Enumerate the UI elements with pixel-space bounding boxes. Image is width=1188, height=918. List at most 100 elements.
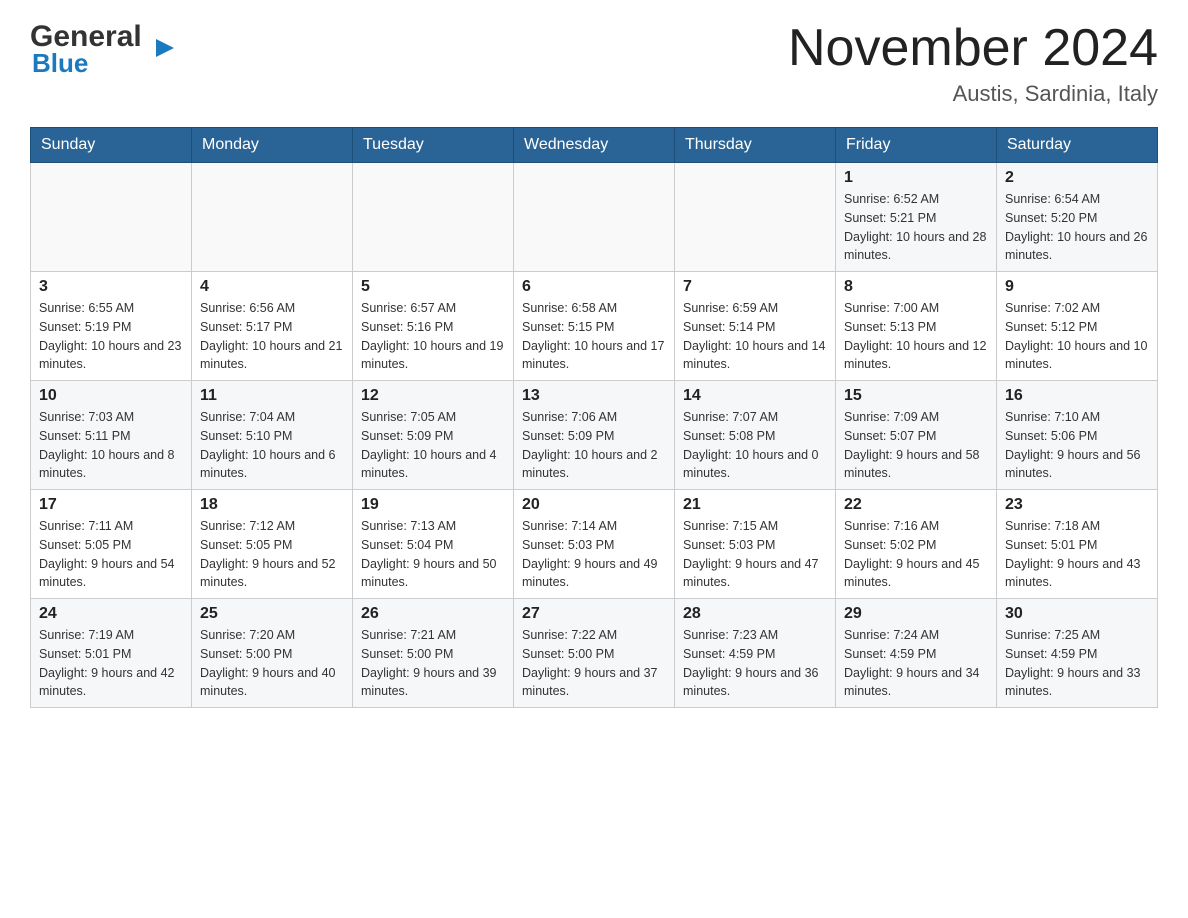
day-info: Sunrise: 7:11 AMSunset: 5:05 PMDaylight:…: [39, 517, 183, 592]
title-area: November 2024 Austis, Sardinia, Italy: [788, 20, 1158, 107]
day-info: Sunrise: 7:12 AMSunset: 5:05 PMDaylight:…: [200, 517, 344, 592]
day-number: 29: [844, 605, 988, 623]
table-row: 16 Sunrise: 7:10 AMSunset: 5:06 PMDayligh…: [997, 381, 1158, 490]
table-row: 24 Sunrise: 7:19 AMSunset: 5:01 PMDayligh…: [31, 599, 192, 708]
day-info: Sunrise: 7:07 AMSunset: 5:08 PMDaylight:…: [683, 408, 827, 483]
day-info: Sunrise: 6:52 AMSunset: 5:21 PMDaylight:…: [844, 190, 988, 265]
table-row: 1 Sunrise: 6:52 AMSunset: 5:21 PMDaylight…: [836, 163, 997, 272]
day-number: 27: [522, 605, 666, 623]
day-number: 18: [200, 496, 344, 514]
logo-arrow-icon: [154, 37, 176, 59]
table-row: 23 Sunrise: 7:18 AMSunset: 5:01 PMDayligh…: [997, 490, 1158, 599]
calendar-header-row: Sunday Monday Tuesday Wednesday Thursday…: [31, 128, 1158, 163]
day-number: 1: [844, 169, 988, 187]
table-row: 27Sunrise: 7:22 AMSunset: 5:00 PMDayligh…: [514, 599, 675, 708]
calendar-week-row: 10 Sunrise: 7:03 AMSunset: 5:11 PMDayligh…: [31, 381, 1158, 490]
day-info: Sunrise: 7:18 AMSunset: 5:01 PMDaylight:…: [1005, 517, 1149, 592]
day-info: Sunrise: 6:57 AMSunset: 5:16 PMDaylight:…: [361, 299, 505, 374]
day-number: 16: [1005, 387, 1149, 405]
table-row: 19 Sunrise: 7:13 AMSunset: 5:04 PMDayligh…: [353, 490, 514, 599]
day-info: Sunrise: 7:06 AMSunset: 5:09 PMDaylight:…: [522, 408, 666, 483]
table-row: 3 Sunrise: 6:55 AMSunset: 5:19 PMDaylight…: [31, 272, 192, 381]
day-number: 10: [39, 387, 183, 405]
logo-blue: Blue: [30, 48, 88, 79]
day-number: 13: [522, 387, 666, 405]
day-number: 5: [361, 278, 505, 296]
day-info: Sunrise: 7:19 AMSunset: 5:01 PMDaylight:…: [39, 626, 183, 701]
day-info: Sunrise: 7:00 AMSunset: 5:13 PMDaylight:…: [844, 299, 988, 374]
table-row: 2 Sunrise: 6:54 AMSunset: 5:20 PMDaylight…: [997, 163, 1158, 272]
day-info: Sunrise: 7:13 AMSunset: 5:04 PMDaylight:…: [361, 517, 505, 592]
day-number: 28: [683, 605, 827, 623]
day-number: 30: [1005, 605, 1149, 623]
table-row: 21Sunrise: 7:15 AMSunset: 5:03 PMDayligh…: [675, 490, 836, 599]
logo: General Blue: [30, 20, 154, 79]
day-number: 2: [1005, 169, 1149, 187]
header-thursday: Thursday: [675, 128, 836, 163]
day-number: 8: [844, 278, 988, 296]
table-row: [353, 163, 514, 272]
day-info: Sunrise: 7:16 AMSunset: 5:02 PMDaylight:…: [844, 517, 988, 592]
day-info: Sunrise: 7:03 AMSunset: 5:11 PMDaylight:…: [39, 408, 183, 483]
table-row: [192, 163, 353, 272]
day-info: Sunrise: 7:21 AMSunset: 5:00 PMDaylight:…: [361, 626, 505, 701]
table-row: 14 Sunrise: 7:07 AMSunset: 5:08 PMDayligh…: [675, 381, 836, 490]
table-row: 28 Sunrise: 7:23 AMSunset: 4:59 PMDayligh…: [675, 599, 836, 708]
day-number: 7: [683, 278, 827, 296]
table-row: 7Sunrise: 6:59 AMSunset: 5:14 PMDaylight…: [675, 272, 836, 381]
day-number: 4: [200, 278, 344, 296]
day-info: Sunrise: 7:20 AMSunset: 5:00 PMDaylight:…: [200, 626, 344, 701]
table-row: 9Sunrise: 7:02 AMSunset: 5:12 PMDaylight…: [997, 272, 1158, 381]
table-row: [514, 163, 675, 272]
table-row: 13 Sunrise: 7:06 AMSunset: 5:09 PMDayligh…: [514, 381, 675, 490]
calendar-week-row: 24 Sunrise: 7:19 AMSunset: 5:01 PMDayligh…: [31, 599, 1158, 708]
calendar-week-row: 1 Sunrise: 6:52 AMSunset: 5:21 PMDaylight…: [31, 163, 1158, 272]
day-number: 24: [39, 605, 183, 623]
calendar-week-row: 3 Sunrise: 6:55 AMSunset: 5:19 PMDaylight…: [31, 272, 1158, 381]
day-info: Sunrise: 7:05 AMSunset: 5:09 PMDaylight:…: [361, 408, 505, 483]
table-row: 20Sunrise: 7:14 AMSunset: 5:03 PMDayligh…: [514, 490, 675, 599]
calendar-table: Sunday Monday Tuesday Wednesday Thursday…: [30, 127, 1158, 708]
table-row: 29 Sunrise: 7:24 AMSunset: 4:59 PMDayligh…: [836, 599, 997, 708]
day-number: 17: [39, 496, 183, 514]
day-number: 25: [200, 605, 344, 623]
table-row: [675, 163, 836, 272]
day-number: 15: [844, 387, 988, 405]
day-number: 26: [361, 605, 505, 623]
table-row: 5 Sunrise: 6:57 AMSunset: 5:16 PMDaylight…: [353, 272, 514, 381]
day-info: Sunrise: 7:15 AMSunset: 5:03 PMDaylight:…: [683, 517, 827, 592]
subtitle: Austis, Sardinia, Italy: [788, 81, 1158, 107]
day-info: Sunrise: 7:10 AMSunset: 5:06 PMDaylight:…: [1005, 408, 1149, 483]
day-info: Sunrise: 6:55 AMSunset: 5:19 PMDaylight:…: [39, 299, 183, 374]
day-info: Sunrise: 7:24 AMSunset: 4:59 PMDaylight:…: [844, 626, 988, 701]
day-info: Sunrise: 7:04 AMSunset: 5:10 PMDaylight:…: [200, 408, 344, 483]
day-number: 3: [39, 278, 183, 296]
day-info: Sunrise: 6:54 AMSunset: 5:20 PMDaylight:…: [1005, 190, 1149, 265]
day-number: 11: [200, 387, 344, 405]
table-row: 22 Sunrise: 7:16 AMSunset: 5:02 PMDayligh…: [836, 490, 997, 599]
day-info: Sunrise: 7:09 AMSunset: 5:07 PMDaylight:…: [844, 408, 988, 483]
day-info: Sunrise: 6:56 AMSunset: 5:17 PMDaylight:…: [200, 299, 344, 374]
table-row: 10 Sunrise: 7:03 AMSunset: 5:11 PMDayligh…: [31, 381, 192, 490]
day-number: 14: [683, 387, 827, 405]
table-row: 15 Sunrise: 7:09 AMSunset: 5:07 PMDayligh…: [836, 381, 997, 490]
header-sunday: Sunday: [31, 128, 192, 163]
day-number: 19: [361, 496, 505, 514]
header-friday: Friday: [836, 128, 997, 163]
table-row: 11 Sunrise: 7:04 AMSunset: 5:10 PMDayligh…: [192, 381, 353, 490]
day-number: 9: [1005, 278, 1149, 296]
day-info: Sunrise: 6:58 AMSunset: 5:15 PMDaylight:…: [522, 299, 666, 374]
header-wednesday: Wednesday: [514, 128, 675, 163]
main-title: November 2024: [788, 20, 1158, 77]
table-row: 8 Sunrise: 7:00 AMSunset: 5:13 PMDaylight…: [836, 272, 997, 381]
header-tuesday: Tuesday: [353, 128, 514, 163]
day-info: Sunrise: 7:23 AMSunset: 4:59 PMDaylight:…: [683, 626, 827, 701]
page-header: General Blue November 2024 Austis, Sardi…: [30, 20, 1158, 107]
day-number: 22: [844, 496, 988, 514]
day-number: 23: [1005, 496, 1149, 514]
table-row: [31, 163, 192, 272]
day-info: Sunrise: 7:25 AMSunset: 4:59 PMDaylight:…: [1005, 626, 1149, 701]
day-number: 12: [361, 387, 505, 405]
header-saturday: Saturday: [997, 128, 1158, 163]
table-row: 4 Sunrise: 6:56 AMSunset: 5:17 PMDaylight…: [192, 272, 353, 381]
